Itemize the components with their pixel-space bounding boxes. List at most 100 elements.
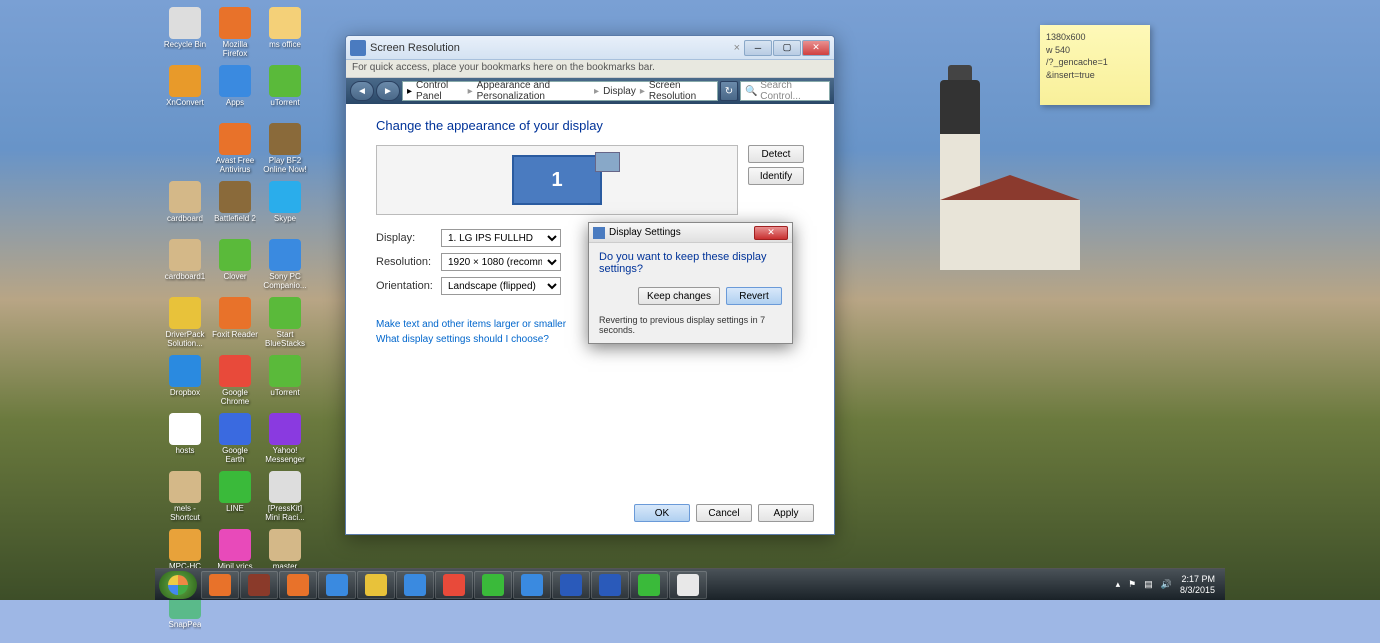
resolution-select[interactable]: 1920 × 1080 (recommended) [441, 253, 561, 271]
app-icon [269, 239, 301, 271]
app-icon [404, 574, 426, 596]
app-icon [169, 413, 201, 445]
desktop-icon[interactable]: Google Chrome [210, 353, 260, 411]
desktop-icon[interactable]: Sony PC Companio... [260, 237, 310, 295]
app-icon [269, 7, 301, 39]
close-button[interactable]: ✕ [802, 40, 830, 56]
display-select[interactable]: 1. LG IPS FULLHD [441, 229, 561, 247]
breadcrumb-item[interactable]: Control Panel [416, 80, 464, 102]
desktop-icon[interactable]: Start BlueStacks [260, 295, 310, 353]
windows-icon [168, 575, 188, 595]
sticky-line: 1380x600 [1046, 31, 1144, 44]
app-icon [219, 471, 251, 503]
icon-label: SnapPea [169, 621, 202, 630]
action-center-icon[interactable]: ⚑ [1128, 579, 1136, 590]
desktop-icon[interactable]: Google Earth [210, 411, 260, 469]
tab-close-icon[interactable]: × [730, 42, 744, 54]
revert-button[interactable]: Revert [726, 287, 782, 305]
taskbar-app-button[interactable] [669, 571, 707, 599]
taskbar-app-button[interactable] [474, 571, 512, 599]
window-titlebar[interactable]: Screen Resolution × ─ ▢ ✕ [346, 36, 834, 60]
forward-button[interactable]: ► [376, 81, 400, 101]
breadcrumb-item[interactable]: Appearance and Personalization [477, 80, 590, 102]
desktop-icon[interactable]: Foxit Reader [210, 295, 260, 353]
breadcrumb[interactable]: ▸ Control Panel▸ Appearance and Personal… [402, 81, 718, 101]
taskbar-app-button[interactable] [591, 571, 629, 599]
identify-button[interactable]: Identify [748, 167, 804, 185]
start-button[interactable] [159, 571, 197, 599]
detect-button[interactable]: Detect [748, 145, 804, 163]
display-settings-dialog: Display Settings ✕ Do you want to keep t… [588, 222, 793, 344]
desktop-icon[interactable]: Yahoo! Messenger [260, 411, 310, 469]
desktop-icon[interactable]: Battlefield 2 [210, 179, 260, 237]
desktop-icon[interactable]: LINE [210, 469, 260, 527]
desktop-icon[interactable]: [PressKit] Mini Raci... [260, 469, 310, 527]
cancel-button[interactable]: Cancel [696, 504, 752, 522]
app-icon [219, 355, 251, 387]
volume-icon[interactable]: 🔊 [1161, 579, 1172, 590]
taskbar-app-button[interactable] [435, 571, 473, 599]
display-preview[interactable]: 1 [376, 145, 738, 215]
taskbar-app-button[interactable] [552, 571, 590, 599]
dialog-close-button[interactable]: ✕ [754, 226, 788, 240]
app-icon [219, 123, 251, 155]
desktop-icon[interactable]: Mozilla Firefox [210, 5, 260, 63]
desktop-icon[interactable]: Skype [260, 179, 310, 237]
icon-label: mels - Shortcut [162, 505, 208, 523]
app-icon [365, 574, 387, 596]
dialog-titlebar[interactable]: Display Settings ✕ [589, 223, 792, 243]
app-icon [169, 297, 201, 329]
search-input[interactable]: 🔍 Search Control... [740, 81, 830, 101]
desktop-icon[interactable]: ms office [260, 5, 310, 63]
desktop-icon[interactable]: Recycle Bin [160, 5, 210, 63]
refresh-button[interactable]: ↻ [720, 81, 738, 101]
icon-label: hosts [175, 447, 194, 456]
icon-label: Google Earth [212, 447, 258, 465]
taskbar-app-button[interactable] [318, 571, 356, 599]
keep-changes-button[interactable]: Keep changes [638, 287, 720, 305]
desktop-icon[interactable]: uTorrent [260, 63, 310, 121]
taskbar-app-button[interactable] [396, 571, 434, 599]
bookmarks-bar: For quick access, place your bookmarks h… [346, 60, 834, 78]
taskbar-app-button[interactable] [513, 571, 551, 599]
sticky-note[interactable]: 1380x600 w 540 /?_gencache=1 &insert=tru… [1040, 25, 1150, 105]
desktop-icon[interactable]: cardboard1 [160, 237, 210, 295]
taskbar-app-button[interactable] [240, 571, 278, 599]
minimize-button[interactable]: ─ [744, 40, 772, 56]
monitor-preview[interactable]: 1 [512, 155, 602, 205]
taskbar-app-button[interactable] [279, 571, 317, 599]
page-heading: Change the appearance of your display [376, 118, 804, 133]
taskbar-clock[interactable]: 2:17 PM 8/3/2015 [1180, 574, 1215, 596]
app-icon [169, 239, 201, 271]
desktop-icon[interactable]: Play BF2 Online Now! [260, 121, 310, 179]
tray-chevron-icon[interactable]: ▴ [1116, 579, 1121, 590]
app-icon [599, 574, 621, 596]
desktop-icon[interactable]: mels - Shortcut [160, 469, 210, 527]
icon-label: uTorrent [270, 389, 299, 398]
breadcrumb-item[interactable]: Display [603, 86, 636, 97]
desktop-icon[interactable]: cardboard [160, 179, 210, 237]
orientation-select[interactable]: Landscape (flipped) [441, 277, 561, 295]
breadcrumb-item[interactable]: Screen Resolution [649, 80, 713, 102]
app-icon [169, 529, 201, 561]
system-tray[interactable]: ▴ ⚑ ▤ 🔊 2:17 PM 8/3/2015 [1116, 574, 1221, 596]
desktop-icon[interactable]: DriverPack Solution... [160, 295, 210, 353]
taskbar-app-button[interactable] [201, 571, 239, 599]
network-icon[interactable]: ▤ [1144, 579, 1153, 590]
maximize-button[interactable]: ▢ [773, 40, 801, 56]
folder-icon: ▸ [407, 86, 412, 97]
desktop-icon[interactable]: Clover [210, 237, 260, 295]
desktop-icon[interactable]: Dropbox [160, 353, 210, 411]
back-button[interactable]: ◄ [350, 81, 374, 101]
apply-button[interactable]: Apply [758, 504, 814, 522]
taskbar-app-button[interactable] [357, 571, 395, 599]
desktop-icon[interactable]: Apps [210, 63, 260, 121]
desktop-icon[interactable]: uTorrent [260, 353, 310, 411]
desktop-icon[interactable]: hosts [160, 411, 210, 469]
icon-label: Skype [274, 215, 296, 224]
desktop-icon[interactable]: XnConvert [160, 63, 210, 121]
app-icon [521, 574, 543, 596]
desktop-icon[interactable]: Avast Free Antivirus [210, 121, 260, 179]
ok-button[interactable]: OK [634, 504, 690, 522]
taskbar-app-button[interactable] [630, 571, 668, 599]
